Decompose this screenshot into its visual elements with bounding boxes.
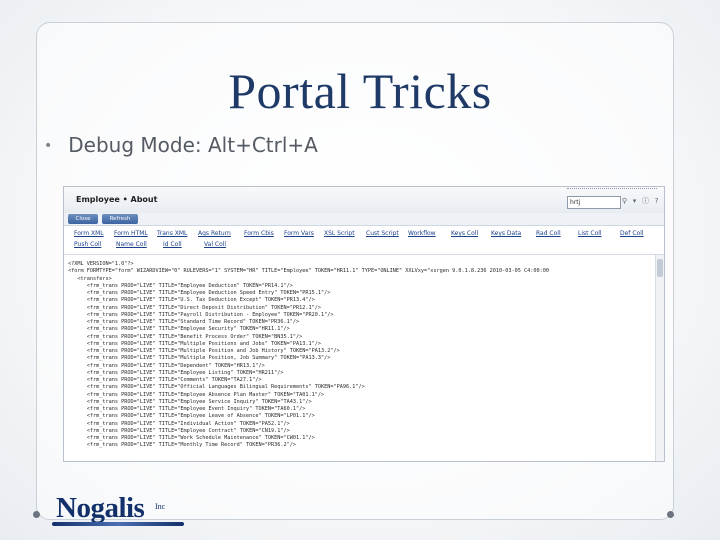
slide-title: Portal Tricks xyxy=(228,63,492,119)
code-line: <frm_trans PROD="LIVE" TITLE="Direct Dep… xyxy=(68,304,321,311)
code-line: <frm_trans PROD="LIVE" TITLE="Employee L… xyxy=(68,413,315,420)
link-xsl-script[interactable]: XSL Script xyxy=(324,230,355,237)
code-line: <frm_trans PROD="LIVE" TITLE="Work Sched… xyxy=(68,435,315,441)
link-def-coll[interactable]: Def Coll xyxy=(620,230,644,237)
chevron-down-icon[interactable]: ▾ xyxy=(630,197,639,206)
link-rad-coll[interactable]: Rad Coll xyxy=(536,230,561,237)
help-icon[interactable]: ? xyxy=(652,197,661,206)
scrollbar-thumb[interactable] xyxy=(657,259,663,277)
code-line: <frm_trans PROD="LIVE" TITLE="Employee D… xyxy=(68,290,331,296)
code-line: <frm_trans PROD="LIVE" TITLE="Individual… xyxy=(68,420,290,427)
code-line: <frm_trans PROD="LIVE" TITLE="Comments" … xyxy=(68,377,262,383)
code-line: <form FORMTYPE="form" WIZARDVIEW="0" RUL… xyxy=(68,268,549,275)
code-line: <?XML VERSION="1.0"?> xyxy=(68,261,134,267)
code-line: <frm_trans PROD="LIVE" TITLE="Multiple P… xyxy=(68,355,331,362)
code-line: <frm_trans PROD="LIVE" TITLE="Dependent"… xyxy=(68,362,265,369)
frame-dot-left xyxy=(33,511,40,518)
link-form-vars[interactable]: Form Vars xyxy=(284,230,314,237)
window-header: Employee • About hrtj ⚲ ▾ ⓘ ? xyxy=(64,187,664,214)
code-line: <frm_trans PROD="LIVE" TITLE="Employee E… xyxy=(68,406,306,412)
code-line: <frm_trans PROD="LIVE" TITLE="Standard T… xyxy=(68,319,300,325)
company-logo: Nogalis Inc xyxy=(52,492,192,532)
link-cust-script[interactable]: Cust Script xyxy=(366,230,399,237)
code-line: <frm_trans PROD="LIVE" TITLE="Multiple P… xyxy=(68,348,340,354)
bullet-mark: • xyxy=(44,138,53,154)
code-line: <frm_trans PROD="LIVE" TITLE="Benefit Pr… xyxy=(68,333,303,340)
link-id-coll[interactable]: Id Coll xyxy=(163,241,182,248)
toolbar: Close Refresh xyxy=(64,213,664,226)
divider xyxy=(64,254,664,255)
code-line: <frm_trans PROD="LIVE" TITLE="Employee C… xyxy=(68,427,290,434)
code-line: <frm_trans PROD="LIVE" TITLE="Monthly Ti… xyxy=(68,442,296,449)
link-keys-data[interactable]: Keys Data xyxy=(491,230,521,237)
link-name-coll[interactable]: Name Coll xyxy=(116,241,147,248)
window-title: Employee • About xyxy=(76,195,158,204)
code-line: <frm_trans PROD="LIVE" TITLE="Employee L… xyxy=(68,369,284,376)
close-button[interactable]: Close xyxy=(68,214,98,224)
link-keys-coll[interactable]: Keys Coll xyxy=(451,230,478,237)
frame-dot-right xyxy=(667,511,674,518)
link-form-html[interactable]: Form HTML xyxy=(114,230,148,237)
code-line: <frm_trans PROD="LIVE" TITLE="Official L… xyxy=(68,384,365,391)
code-line: <frm_trans PROD="LIVE" TITLE="Employee A… xyxy=(68,391,325,398)
code-line: <frm_trans PROD="LIVE" TITLE="U.S. Tax D… xyxy=(68,297,315,304)
link-list-coll[interactable]: List Coll xyxy=(578,230,602,237)
vertical-scrollbar[interactable] xyxy=(655,255,664,461)
debug-links: Form XML Form HTML Trans XML Ags Return … xyxy=(64,227,664,253)
link-workflow[interactable]: Workflow xyxy=(408,230,436,237)
top-menu xyxy=(567,188,657,191)
bullet-item: • Debug Mode: Alt+Ctrl+A xyxy=(44,133,318,157)
logo-suffix: Inc xyxy=(155,502,166,511)
debug-screenshot: Employee • About hrtj ⚲ ▾ ⓘ ? Close Refr… xyxy=(63,186,665,462)
xml-output: <?XML VERSION="1.0"?> <form FORMTYPE="for… xyxy=(68,261,660,450)
code-line: <frm_trans PROD="LIVE" TITLE="Payroll Di… xyxy=(68,311,334,318)
logo-swoosh xyxy=(52,522,184,526)
code-line: <frm_trans PROD="LIVE" TITLE="Employee S… xyxy=(68,398,312,405)
bullet-text: Debug Mode: Alt+Ctrl+A xyxy=(68,133,318,157)
search-input[interactable]: hrtj xyxy=(567,196,621,209)
link-ags-return[interactable]: Ags Return xyxy=(198,230,231,237)
link-form-xml[interactable]: Form XML xyxy=(74,230,104,237)
info-icon[interactable]: ⓘ xyxy=(641,197,650,206)
search-icon[interactable]: ⚲ xyxy=(620,197,629,206)
code-line: <frm_trans PROD="LIVE" TITLE="Employee S… xyxy=(68,326,290,333)
code-line: <frm_trans PROD="LIVE" TITLE="Employee D… xyxy=(68,282,293,289)
code-line: <frm_trans PROD="LIVE" TITLE="Multiple P… xyxy=(68,340,321,347)
link-val-coll[interactable]: Val Coll xyxy=(204,241,226,248)
link-form-cbis[interactable]: Form Cbis xyxy=(244,230,274,237)
logo-name: Nogalis xyxy=(56,492,145,524)
link-push-coll[interactable]: Push Coll xyxy=(74,241,101,248)
link-trans-xml[interactable]: Trans XML xyxy=(157,230,187,237)
code-line: <transfers> xyxy=(68,275,112,282)
refresh-button[interactable]: Refresh xyxy=(102,214,138,224)
